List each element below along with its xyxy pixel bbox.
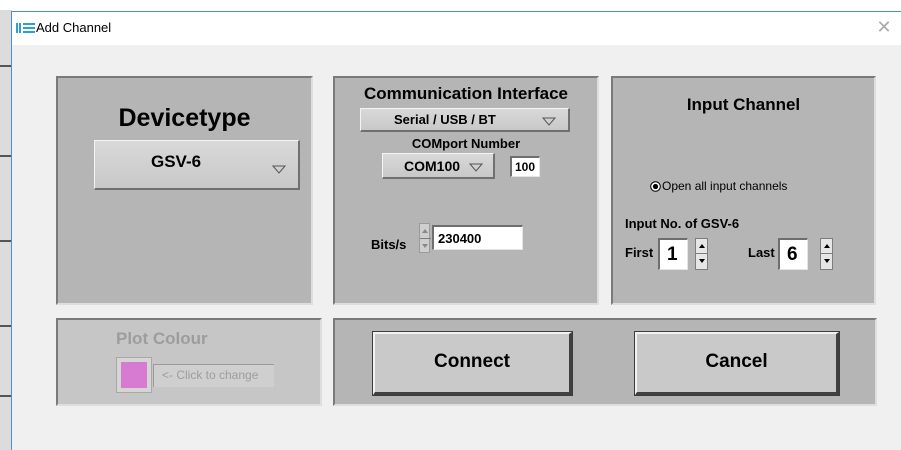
last-decrement-button[interactable] [821, 254, 832, 269]
colour-swatch-fill [121, 362, 147, 388]
input-no-label: Input No. of GSV-6 [625, 216, 740, 231]
bits-spinner[interactable] [419, 223, 431, 254]
first-label: First [625, 245, 654, 260]
chevron-down-icon [272, 165, 286, 174]
click-to-change-text: <- Click to change [162, 368, 259, 382]
window-title: Add Channel [36, 20, 112, 35]
close-icon: ✕ [876, 17, 892, 37]
last-increment-button[interactable] [821, 239, 832, 254]
click-to-change-hint: <- Click to change [153, 364, 274, 387]
input-channel-heading: Input Channel [686, 95, 801, 114]
comport-dropdown[interactable]: COM100 [382, 153, 495, 179]
plot-colour-panel: Plot Colour <- Click to change [56, 318, 322, 406]
chevron-down-icon [469, 163, 483, 172]
connect-label: Connect [434, 351, 510, 372]
first-decrement-button[interactable] [696, 254, 707, 269]
plot-colour-heading: Plot Colour [116, 329, 208, 348]
comport-value: COM100 [404, 158, 461, 174]
bits-increment-button[interactable] [420, 224, 431, 239]
plot-colour-swatch[interactable] [116, 357, 152, 393]
communication-panel: Communication Interface Serial / USB / B… [333, 76, 599, 305]
bits-label: Bits/s [371, 237, 407, 252]
add-channel-dialog: Add Channel ✕ Devicetype GSV-6 Communica… [11, 11, 901, 450]
cancel-label: Cancel [705, 351, 768, 372]
chevron-down-icon [542, 117, 556, 126]
devicetype-heading: Devicetype [118, 104, 251, 132]
bits-field[interactable]: 230400 [432, 225, 523, 250]
close-button[interactable]: ✕ [873, 16, 895, 38]
radio-selected-icon [650, 181, 661, 192]
last-label: Last [748, 245, 775, 260]
last-channel-field[interactable]: 6 [778, 238, 808, 270]
bits-value: 230400 [438, 231, 482, 246]
comport-number-field[interactable]: 100 [510, 156, 540, 177]
first-channel-spinner[interactable] [695, 238, 708, 270]
interface-dropdown[interactable]: Serial / USB / BT [360, 108, 570, 132]
comport-label: COMport Number [411, 136, 521, 151]
first-increment-button[interactable] [696, 239, 707, 254]
last-channel-value: 6 [787, 244, 798, 265]
bits-decrement-button[interactable] [420, 239, 431, 254]
cancel-button[interactable]: Cancel [634, 331, 840, 396]
comport-number-value: 100 [515, 160, 536, 174]
actions-panel: Connect Cancel [333, 318, 877, 406]
devicetype-value: GSV-6 [151, 152, 202, 171]
devicetype-panel: Devicetype GSV-6 [56, 76, 313, 305]
first-channel-value: 1 [667, 244, 678, 265]
interface-value: Serial / USB / BT [394, 112, 496, 127]
last-channel-spinner[interactable] [820, 238, 833, 270]
communication-heading: Communication Interface [363, 84, 569, 103]
open-all-label: Open all input channels [662, 179, 788, 193]
background-window-top [0, 0, 901, 10]
connect-button[interactable]: Connect [372, 331, 573, 396]
first-channel-field[interactable]: 1 [658, 238, 688, 270]
input-channel-panel: Input Channel Open all input channels In… [611, 76, 876, 305]
me-logo-icon [16, 23, 35, 33]
title-bar: Add Channel ✕ [12, 12, 901, 45]
devicetype-dropdown[interactable]: GSV-6 [94, 140, 300, 190]
